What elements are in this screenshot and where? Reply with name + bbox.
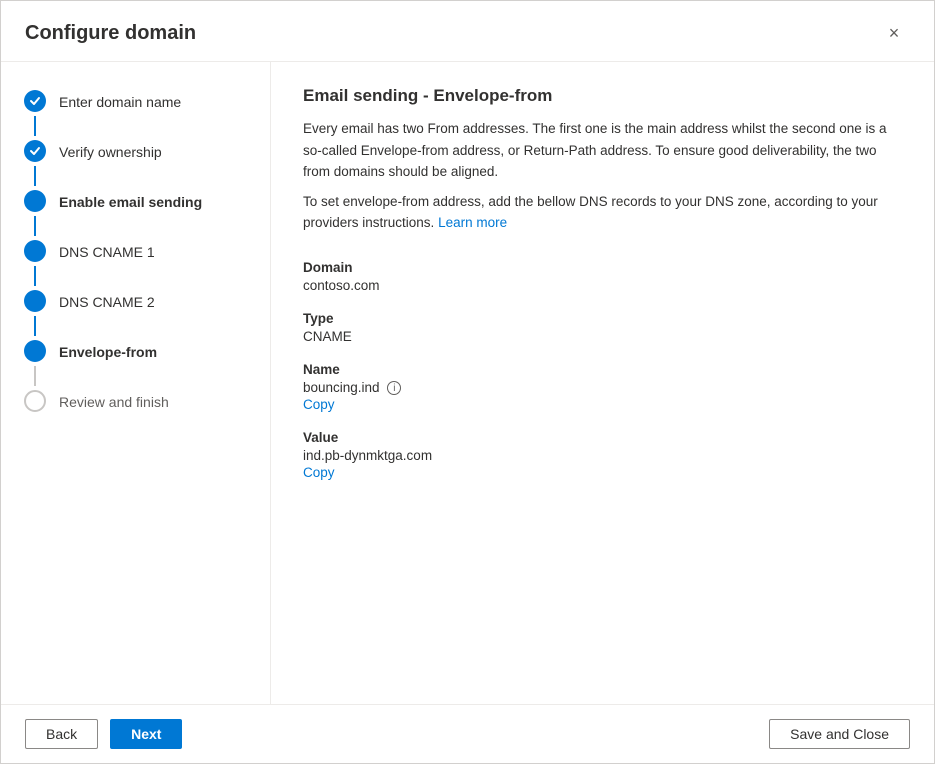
name-info-icon: i: [387, 381, 401, 395]
step-line-1: [34, 116, 36, 136]
step-label-dns2: DNS CNAME 2: [49, 291, 155, 311]
field-domain: Domain contoso.com: [303, 260, 902, 293]
field-value-value: ind.pb-dynmktga.com: [303, 448, 902, 463]
step-circle-dns1: [24, 240, 46, 262]
step-circle-dns2: [24, 290, 46, 312]
field-domain-label: Domain: [303, 260, 902, 275]
modal-header: Configure domain ×: [1, 1, 934, 62]
connector-2: [1, 166, 270, 186]
step-indicator-verify: [21, 140, 49, 162]
step-label-verify: Verify ownership: [49, 141, 162, 161]
step-circle-enter-domain: [24, 90, 46, 112]
modal-title: Configure domain: [25, 22, 196, 45]
step-item-verify-ownership[interactable]: Verify ownership: [1, 136, 270, 166]
configure-domain-modal: Configure domain × Enter domain name: [0, 0, 935, 764]
step-indicator-dns2: [21, 290, 49, 312]
step-line-3: [34, 216, 36, 236]
step-line-4: [34, 266, 36, 286]
field-name: Name bouncing.ind i Copy: [303, 362, 902, 412]
step-item-review[interactable]: Review and finish: [1, 386, 270, 416]
modal-footer: Back Next Save and Close: [1, 704, 934, 763]
modal-body: Enter domain name Verify ownership: [1, 62, 934, 704]
step-label-enable: Enable email sending: [49, 191, 202, 211]
field-type-value: CNAME: [303, 329, 902, 344]
connector-5: [1, 316, 270, 336]
description-1: Every email has two From addresses. The …: [303, 118, 902, 183]
field-name-value: bouncing.ind i: [303, 380, 902, 395]
step-line-5: [34, 316, 36, 336]
step-label-dns1: DNS CNAME 1: [49, 241, 155, 261]
connector-6: [1, 366, 270, 386]
next-button[interactable]: Next: [110, 719, 182, 749]
field-domain-value: contoso.com: [303, 278, 902, 293]
main-content: Email sending - Envelope-from Every emai…: [271, 62, 934, 704]
step-indicator-envelope: [21, 340, 49, 362]
field-name-label: Name: [303, 362, 902, 377]
step-item-enable-email[interactable]: Enable email sending: [1, 186, 270, 216]
step-item-dns-cname-1[interactable]: DNS CNAME 1: [1, 236, 270, 266]
footer-left-actions: Back Next: [25, 719, 182, 749]
field-value: Value ind.pb-dynmktga.com Copy: [303, 430, 902, 480]
learn-more-link[interactable]: Learn more: [438, 215, 507, 230]
step-indicator-enter-domain: [21, 90, 49, 112]
save-close-button[interactable]: Save and Close: [769, 719, 910, 749]
step-item-enter-domain[interactable]: Enter domain name: [1, 86, 270, 116]
field-value-label: Value: [303, 430, 902, 445]
step-circle-review: [24, 390, 46, 412]
close-button[interactable]: ×: [878, 17, 910, 49]
step-circle-verify: [24, 140, 46, 162]
step-indicator-review: [21, 390, 49, 412]
connector-3: [1, 216, 270, 236]
step-label-envelope: Envelope-from: [49, 341, 157, 361]
sidebar: Enter domain name Verify ownership: [1, 62, 271, 704]
field-type: Type CNAME: [303, 311, 902, 344]
back-button[interactable]: Back: [25, 719, 98, 749]
step-indicator-enable: [21, 190, 49, 212]
step-circle-enable: [24, 190, 46, 212]
step-label-enter-domain: Enter domain name: [49, 91, 181, 111]
connector-1: [1, 116, 270, 136]
copy-name-button[interactable]: Copy: [303, 397, 335, 412]
content-title: Email sending - Envelope-from: [303, 86, 902, 106]
step-indicator-dns1: [21, 240, 49, 262]
step-line-2: [34, 166, 36, 186]
description-2: To set envelope-from address, add the be…: [303, 191, 902, 234]
step-line-6: [34, 366, 36, 386]
connector-4: [1, 266, 270, 286]
step-item-envelope-from[interactable]: Envelope-from: [1, 336, 270, 366]
step-label-review: Review and finish: [49, 391, 169, 411]
step-item-dns-cname-2[interactable]: DNS CNAME 2: [1, 286, 270, 316]
step-circle-envelope: [24, 340, 46, 362]
field-type-label: Type: [303, 311, 902, 326]
copy-value-button[interactable]: Copy: [303, 465, 335, 480]
steps-list: Enter domain name Verify ownership: [1, 86, 270, 416]
